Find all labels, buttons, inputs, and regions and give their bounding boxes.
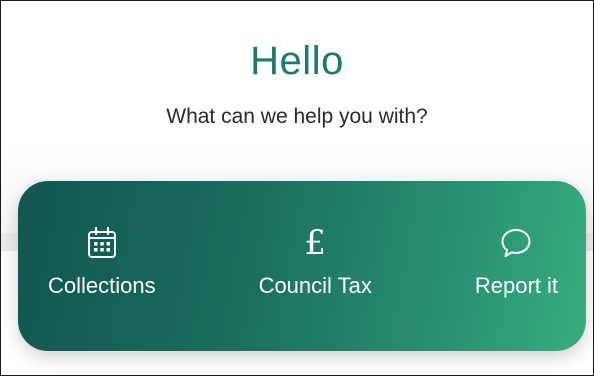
pound-sign-glyph: £ [304, 223, 327, 263]
calendar-icon [87, 225, 117, 261]
quick-actions-card: Collections £ Council Tax Report it [18, 181, 586, 351]
report-it-label: Report it [474, 273, 558, 298]
report-it-button[interactable]: Report it [475, 225, 558, 299]
collections-button[interactable]: Collections [48, 225, 156, 299]
collections-label: Collections [48, 273, 156, 298]
greeting-subtitle: What can we help you with? [166, 105, 428, 128]
greeting-title: Hello [250, 39, 344, 83]
council-tax-label: Council Tax [258, 273, 372, 298]
app-screen: Hello What can we help you with? Collect [0, 0, 594, 376]
speech-bubble-icon [500, 225, 532, 261]
pound-sign-icon: £ [304, 225, 326, 261]
council-tax-button[interactable]: £ Council Tax [259, 225, 372, 299]
